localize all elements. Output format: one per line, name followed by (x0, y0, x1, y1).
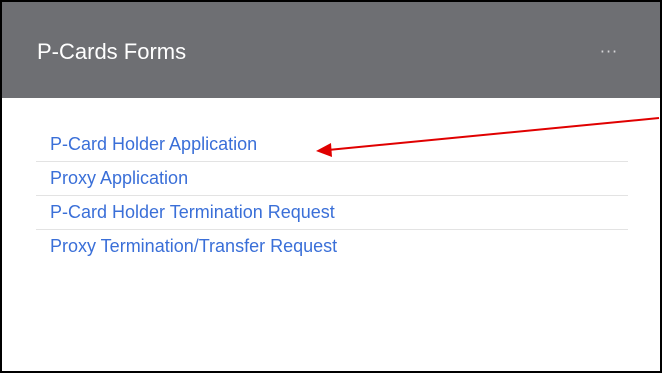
more-options-icon[interactable]: ··· (592, 41, 626, 63)
forms-link-list: P-Card Holder Application Proxy Applicat… (36, 128, 628, 264)
link-pcard-holder-termination-request[interactable]: P-Card Holder Termination Request (36, 196, 628, 223)
list-item: Proxy Termination/Transfer Request (36, 230, 628, 264)
link-pcard-holder-application[interactable]: P-Card Holder Application (36, 128, 628, 155)
link-proxy-termination-transfer-request[interactable]: Proxy Termination/Transfer Request (36, 230, 628, 257)
panel-title: P-Cards Forms (37, 39, 187, 64)
list-item: Proxy Application (36, 162, 628, 196)
link-proxy-application[interactable]: Proxy Application (36, 162, 628, 189)
panel-header: P-Cards Forms ··· (2, 2, 660, 98)
p-cards-forms-panel: P-Cards Forms ··· P-Card Holder Applicat… (0, 0, 662, 373)
list-item: P-Card Holder Termination Request (36, 196, 628, 230)
list-item: P-Card Holder Application (36, 128, 628, 162)
